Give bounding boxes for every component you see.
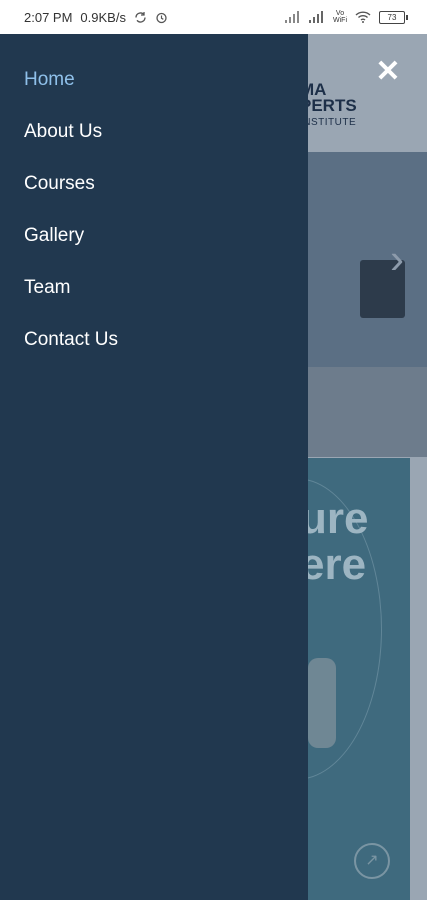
status-bar: 2:07 PM 0.9KB/s Vo WiFi 73 — [0, 0, 427, 34]
battery-icon: 73 — [379, 10, 408, 24]
drawer-menu: Home About Us Courses Gallery Team Conta… — [24, 68, 118, 380]
menu-item-courses[interactable]: Courses — [24, 172, 118, 224]
menu-item-contact-us[interactable]: Contact Us — [24, 328, 118, 380]
volte-icon: Vo WiFi — [333, 10, 347, 24]
network-speed: 0.9KB/s — [80, 9, 126, 25]
menu-item-team[interactable]: Team — [24, 276, 118, 328]
wifi-icon — [355, 11, 371, 23]
banner-text: ure ere — [300, 496, 368, 588]
navigation-drawer: Home About Us Courses Gallery Team Conta… — [0, 34, 308, 900]
banner-text-line-2: ere — [300, 540, 367, 589]
status-time: 2:07 PM — [24, 9, 73, 25]
brand-line-3: INSTITUTE — [300, 117, 357, 128]
alarm-icon — [155, 11, 168, 24]
brand-logo: MA PERTS INSTITUTE — [300, 81, 357, 131]
menu-item-gallery[interactable]: Gallery — [24, 224, 118, 276]
brand-line-2: PERTS — [300, 96, 357, 115]
signal-icon-2 — [309, 11, 325, 23]
chevron-right-icon: › — [390, 235, 404, 282]
menu-item-about-us[interactable]: About Us — [24, 120, 118, 172]
menu-item-home[interactable]: Home — [24, 68, 118, 120]
close-icon[interactable]: ✕ — [374, 57, 402, 87]
signal-icon — [285, 11, 301, 23]
sync-icon — [134, 11, 147, 24]
chart-icon: ↗ — [354, 843, 390, 879]
promo-banner: ure ere — [300, 458, 410, 900]
person-illustration — [308, 658, 336, 748]
banner-text-line-1: ure — [300, 494, 369, 543]
